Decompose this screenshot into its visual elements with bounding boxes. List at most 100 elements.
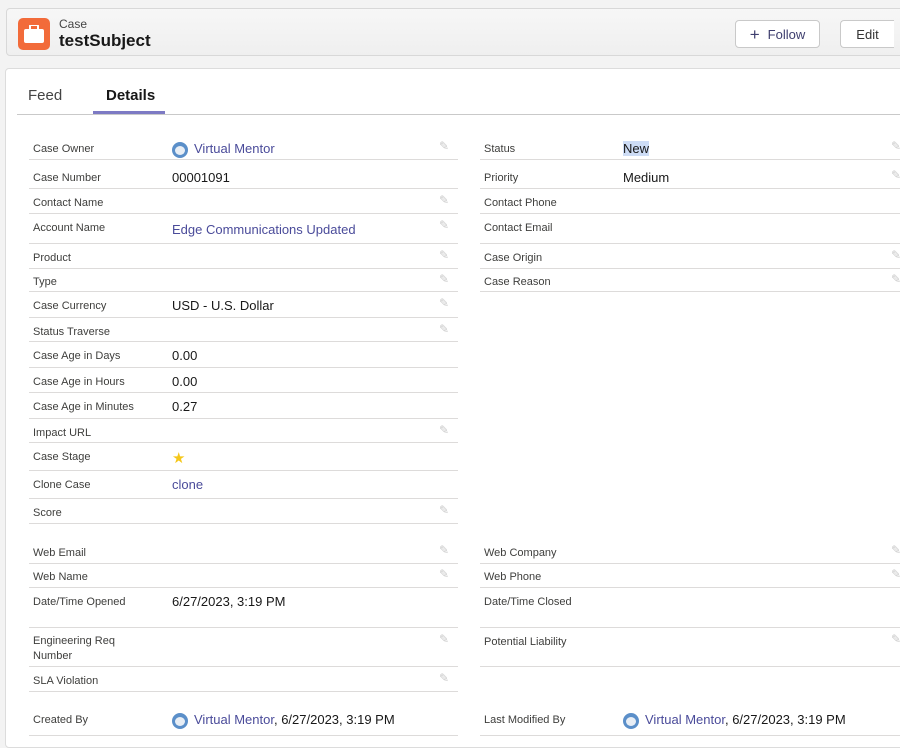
field-case-owner: Case Owner Virtual Mentor ✎ — [29, 135, 458, 160]
field-value: Medium — [623, 170, 669, 185]
field-account-name: Account Name Edge Communications Updated ✎ — [29, 214, 458, 244]
edit-pencil-icon[interactable]: ✎ — [891, 248, 900, 262]
edit-pencil-icon[interactable]: ✎ — [439, 567, 449, 581]
field-case-number: Case Number 00001091 — [29, 164, 458, 189]
field-value: Virtual Mentor, 6/27/2023, 3:19 PM — [623, 712, 846, 729]
field-label: Product — [33, 252, 71, 264]
edit-pencil-icon[interactable]: ✎ — [439, 272, 449, 286]
field-case-currency: Case Currency USD - U.S. Dollar ✎ — [29, 292, 458, 318]
record-title: testSubject — [59, 31, 151, 50]
edit-button[interactable]: Edit — [840, 20, 894, 48]
field-value: Virtual Mentor — [172, 141, 275, 158]
field-label: Date/Time Opened — [33, 596, 126, 608]
field-value: 00001091 — [172, 170, 230, 185]
field-value: 6/27/2023, 3:19 PM — [172, 594, 285, 609]
clone-link[interactable]: clone — [172, 477, 203, 492]
user-link[interactable]: Virtual Mentor — [194, 712, 274, 727]
user-avatar-icon — [172, 141, 188, 158]
edit-pencil-icon[interactable]: ✎ — [891, 139, 900, 153]
edit-pencil-icon[interactable]: ✎ — [439, 193, 449, 207]
account-link[interactable]: Edge Communications Updated — [172, 222, 356, 237]
field-label: Clone Case — [33, 479, 91, 491]
field-last-modified-by: Last Modified By Virtual Mentor, 6/27/202… — [480, 706, 900, 736]
divider — [29, 523, 458, 524]
field-status: Status New ✎ — [480, 135, 900, 160]
field-contact-phone: Contact Phone — [480, 189, 900, 214]
timestamp: , 6/27/2023, 3:19 PM — [724, 712, 846, 727]
field-label: Contact Name — [33, 197, 104, 209]
edit-pencil-icon[interactable]: ✎ — [439, 543, 449, 557]
edit-pencil-icon[interactable]: ✎ — [891, 543, 900, 557]
field-potential-liability: Potential Liability ✎ — [480, 628, 900, 667]
field-label: Contact Email — [484, 222, 553, 234]
field-label: Engineering Req Number — [33, 635, 115, 662]
field-label: Priority — [484, 172, 519, 184]
timestamp: , 6/27/2023, 3:19 PM — [273, 712, 395, 727]
field-label: Case Age in Days — [33, 350, 121, 362]
field-label: Date/Time Closed — [484, 596, 572, 608]
field-case-origin: Case Origin ✎ — [480, 244, 900, 269]
field-label: Last Modified By — [484, 714, 566, 726]
divider — [29, 735, 458, 736]
object-type-label: Case — [59, 17, 88, 31]
field-date-time-opened: Date/Time Opened 6/27/2023, 3:19 PM — [29, 588, 458, 628]
edit-pencil-icon[interactable]: ✎ — [891, 632, 900, 646]
field-value: New — [623, 141, 650, 156]
edit-pencil-icon[interactable]: ✎ — [891, 272, 900, 286]
field-case-age-in-minutes: Case Age in Minutes 0.27 — [29, 393, 458, 419]
edit-pencil-icon[interactable]: ✎ — [439, 296, 449, 310]
value-text: USD - U.S. Dollar — [172, 298, 274, 313]
field-label: Potential Liability — [484, 636, 567, 648]
edit-pencil-icon[interactable]: ✎ — [891, 567, 900, 581]
edit-pencil-icon[interactable]: ✎ — [439, 322, 449, 336]
field-case-reason: Case Reason ✎ — [480, 268, 900, 292]
field-label: Case Currency — [33, 300, 107, 312]
field-web-phone: Web Phone ✎ — [480, 563, 900, 588]
field-label: Type — [33, 276, 57, 288]
divider — [480, 735, 900, 736]
user-avatar-icon — [623, 712, 639, 729]
tab-bar: Feed Details — [17, 69, 900, 115]
field-label: Impact URL — [33, 427, 92, 439]
field-type: Type ✎ — [29, 268, 458, 292]
status-value: New — [623, 141, 650, 156]
field-case-stage: Case Stage ★ — [29, 443, 458, 471]
field-label: Case Stage — [33, 451, 91, 463]
edit-pencil-icon[interactable]: ✎ — [439, 632, 449, 646]
field-label: SLA Violation — [33, 675, 99, 687]
edit-pencil-icon[interactable]: ✎ — [439, 503, 449, 517]
field-label: Case Number — [33, 172, 101, 184]
field-value: 0.27 — [172, 399, 197, 414]
field-sla-violation: SLA Violation ✎ — [29, 667, 458, 692]
tab-feed[interactable]: Feed — [28, 87, 62, 104]
field-label: Web Name — [33, 571, 88, 583]
field-value: 0.00 — [172, 348, 197, 363]
case-icon — [18, 18, 50, 50]
field-web-name: Web Name ✎ — [29, 563, 458, 588]
edit-pencil-icon[interactable]: ✎ — [439, 423, 449, 437]
edit-pencil-icon[interactable]: ✎ — [439, 218, 449, 232]
field-label: Case Age in Hours — [33, 376, 125, 388]
value-text: 6/27/2023, 3:19 PM — [172, 594, 286, 609]
edit-pencil-icon[interactable]: ✎ — [891, 168, 900, 182]
value-text: 0.00 — [172, 374, 198, 389]
user-link[interactable]: Virtual Mentor — [194, 141, 275, 156]
field-value: clone — [172, 477, 203, 492]
tab-details[interactable]: Details — [106, 87, 155, 104]
value-text: 00001091 — [172, 170, 230, 185]
follow-button[interactable]: + Follow — [735, 20, 820, 48]
field-value: Virtual Mentor, 6/27/2023, 3:19 PM — [172, 712, 395, 729]
edit-pencil-icon[interactable]: ✎ — [439, 671, 449, 685]
field-label: Status Traverse — [33, 326, 111, 338]
field-web-email: Web Email ✎ — [29, 539, 458, 564]
star-icon: ★ — [172, 450, 186, 467]
user-link[interactable]: Virtual Mentor — [645, 712, 725, 727]
user-avatar-icon — [172, 712, 188, 729]
edit-pencil-icon[interactable]: ✎ — [439, 139, 449, 153]
edit-pencil-icon[interactable]: ✎ — [439, 248, 449, 262]
field-status-traverse: Status Traverse ✎ — [29, 318, 458, 342]
field-label: Case Owner — [33, 143, 95, 155]
value-text: 0.27 — [172, 399, 198, 414]
field-clone-case: Clone Case clone — [29, 471, 458, 499]
value-text: 0.00 — [172, 348, 198, 363]
